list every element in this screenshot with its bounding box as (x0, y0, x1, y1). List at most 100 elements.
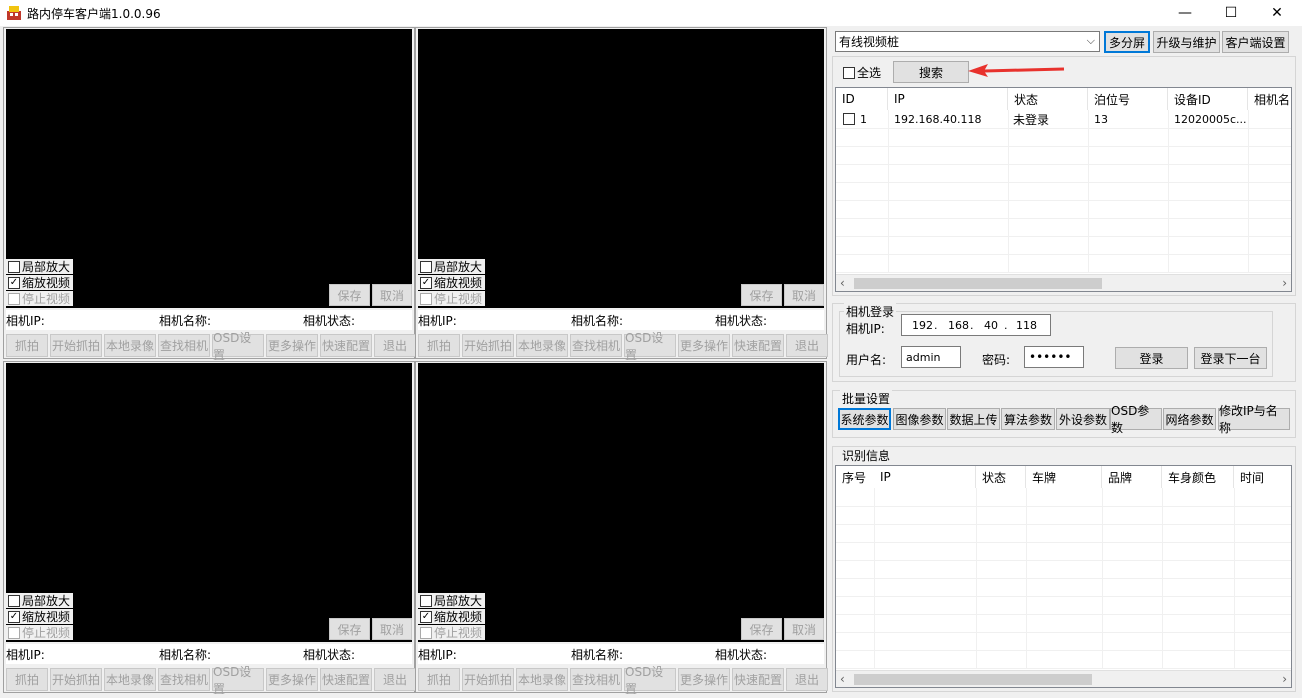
scroll-left-icon[interactable]: ‹ (840, 276, 845, 290)
rec-col-ip[interactable]: IP (874, 466, 976, 488)
col-header-camera-name[interactable]: 相机名 (1248, 88, 1293, 110)
batch-button-6[interactable]: OSD参数 (1110, 404, 1162, 435)
multi-screen-button[interactable]: 多分屏 (1104, 31, 1150, 53)
tool-button-1[interactable]: 抓拍 (6, 334, 48, 357)
zoom-checkbox[interactable]: 局部放大 (418, 259, 486, 274)
tool-button-3[interactable]: 本地录像 (104, 334, 156, 357)
tool-button-6[interactable]: 更多操作 (266, 668, 318, 691)
login-button[interactable]: 登录 (1115, 347, 1188, 369)
batch-button-2[interactable]: 图像参数 (893, 408, 946, 430)
row-checkbox-icon[interactable] (843, 113, 855, 125)
checkbox-icon (843, 66, 855, 79)
rec-col-plate[interactable]: 车牌 (1026, 466, 1102, 488)
batch-button-4[interactable]: 算法参数 (1001, 408, 1055, 430)
tool-button-3[interactable]: 本地录像 (516, 668, 568, 691)
maximize-button[interactable]: ☐ (1208, 0, 1254, 26)
login-next-button[interactable]: 登录下一台 (1194, 347, 1267, 369)
tool-button-5[interactable]: OSD设置 (212, 331, 264, 362)
tool-button-7[interactable]: 快速配置 (320, 334, 372, 357)
tool-button-8[interactable]: 退出 (786, 334, 828, 357)
scale-checkbox[interactable]: ✓ 缩放视频 (418, 609, 486, 624)
tool-button-2[interactable]: 开始抓拍 (462, 668, 514, 691)
tool-button-6[interactable]: 更多操作 (266, 334, 318, 357)
zoom-checkbox[interactable]: 局部放大 (6, 593, 74, 608)
select-all-checkbox[interactable]: 全选 (841, 64, 881, 81)
client-settings-button[interactable]: 客户端设置 (1222, 31, 1289, 53)
cancel-button[interactable]: 取消 (372, 618, 412, 640)
username-input[interactable]: admin (901, 346, 961, 368)
tool-button-3[interactable]: 本地录像 (516, 334, 568, 357)
stop-checkbox[interactable]: 停止视频 (418, 625, 486, 640)
scroll-left-icon[interactable]: ‹ (840, 672, 845, 686)
cancel-button[interactable]: 取消 (784, 284, 824, 306)
batch-button-7[interactable]: 网络参数 (1163, 408, 1216, 430)
rec-col-brand[interactable]: 品牌 (1102, 466, 1162, 488)
tool-button-8[interactable]: 退出 (374, 334, 416, 357)
scale-checkbox[interactable]: ✓ 缩放视频 (418, 275, 486, 290)
table-row[interactable]: 1 192.168.40.118 未登录 13 12020005c... (836, 110, 1291, 129)
tool-button-3[interactable]: 本地录像 (104, 668, 156, 691)
rec-col-color[interactable]: 车身颜色 (1162, 466, 1234, 488)
stop-checkbox[interactable]: 停止视频 (418, 291, 486, 306)
col-header-ip[interactable]: IP (888, 88, 1008, 110)
stop-checkbox[interactable]: 停止视频 (6, 625, 74, 640)
tool-button-2[interactable]: 开始抓拍 (50, 334, 102, 357)
batch-button-5[interactable]: 外设参数 (1056, 408, 1110, 430)
cancel-button[interactable]: 取消 (372, 284, 412, 306)
checkbox-icon (420, 292, 432, 305)
save-button[interactable]: 保存 (741, 284, 782, 306)
tool-button-8[interactable]: 退出 (786, 668, 828, 691)
col-header-status[interactable]: 状态 (1008, 88, 1088, 110)
minimize-button[interactable]: — (1162, 0, 1208, 26)
zoom-checkbox[interactable]: 局部放大 (6, 259, 74, 274)
tool-button-1[interactable]: 抓拍 (6, 668, 48, 691)
grid-line (1168, 110, 1169, 273)
close-button[interactable]: ✕ (1254, 0, 1300, 26)
login-ip-input[interactable]: 192. 168. 40. 118 (901, 314, 1051, 336)
rec-col-index[interactable]: 序号 (836, 466, 874, 488)
scroll-right-icon[interactable]: › (1282, 672, 1287, 686)
tool-button-6[interactable]: 更多操作 (678, 668, 730, 691)
stop-checkbox[interactable]: 停止视频 (6, 291, 74, 306)
save-button[interactable]: 保存 (329, 618, 370, 640)
tool-button-7[interactable]: 快速配置 (732, 668, 784, 691)
col-header-id[interactable]: ID (836, 88, 888, 110)
horizontal-scrollbar[interactable]: ‹ › (836, 670, 1291, 687)
scroll-right-icon[interactable]: › (1282, 276, 1287, 290)
tool-button-6[interactable]: 更多操作 (678, 334, 730, 357)
col-header-device-id[interactable]: 设备ID (1168, 88, 1248, 110)
tool-button-4[interactable]: 查找相机 (158, 334, 210, 357)
horizontal-scrollbar[interactable]: ‹ › (836, 274, 1291, 291)
tool-button-5[interactable]: OSD设置 (212, 665, 264, 696)
scale-checkbox[interactable]: ✓ 缩放视频 (6, 609, 74, 624)
tool-button-1[interactable]: 抓拍 (418, 668, 460, 691)
search-button[interactable]: 搜索 (893, 61, 969, 83)
batch-button-8[interactable]: 修改IP与名称 (1218, 404, 1290, 435)
tool-button-5[interactable]: OSD设置 (624, 665, 676, 696)
cancel-button[interactable]: 取消 (784, 618, 824, 640)
tool-button-4[interactable]: 查找相机 (158, 668, 210, 691)
tool-button-7[interactable]: 快速配置 (732, 334, 784, 357)
col-header-berth[interactable]: 泊位号 (1088, 88, 1168, 110)
upgrade-button[interactable]: 升级与维护 (1153, 31, 1220, 53)
tool-button-4[interactable]: 查找相机 (570, 334, 622, 357)
batch-button-3[interactable]: 数据上传 (947, 408, 1000, 430)
scroll-thumb[interactable] (854, 674, 1092, 685)
rec-col-time[interactable]: 时间 (1234, 466, 1293, 488)
scroll-thumb[interactable] (854, 278, 1102, 289)
tool-button-5[interactable]: OSD设置 (624, 331, 676, 362)
password-input[interactable]: •••••• (1024, 346, 1084, 368)
tool-button-1[interactable]: 抓拍 (418, 334, 460, 357)
save-button[interactable]: 保存 (329, 284, 370, 306)
tool-button-4[interactable]: 查找相机 (570, 668, 622, 691)
rec-col-status[interactable]: 状态 (976, 466, 1026, 488)
tool-button-8[interactable]: 退出 (374, 668, 416, 691)
tool-button-2[interactable]: 开始抓拍 (462, 334, 514, 357)
device-type-select[interactable]: 有线视频桩 ⌵ (835, 31, 1100, 52)
save-button[interactable]: 保存 (741, 618, 782, 640)
scale-checkbox[interactable]: ✓ 缩放视频 (6, 275, 74, 290)
tool-button-7[interactable]: 快速配置 (320, 668, 372, 691)
tool-button-2[interactable]: 开始抓拍 (50, 668, 102, 691)
batch-button-1[interactable]: 系统参数 (838, 408, 891, 430)
zoom-checkbox[interactable]: 局部放大 (418, 593, 486, 608)
